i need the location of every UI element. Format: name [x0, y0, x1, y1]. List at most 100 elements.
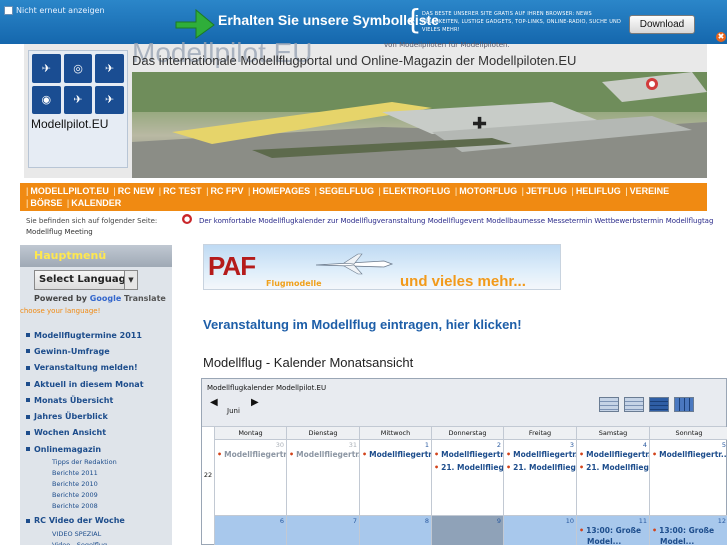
calendar-day[interactable]: 10 [503, 515, 576, 545]
calendar-day[interactable]: 6 [214, 515, 286, 545]
glider-icon: ◎ [63, 54, 93, 83]
day-view-icon[interactable] [674, 397, 694, 412]
nav-item-segelflug[interactable]: SEGELFLUG [319, 186, 374, 196]
ad-brand-sub: Flugmodelle [266, 279, 322, 288]
calendar-event[interactable]: • 13:00: Große [652, 526, 714, 535]
sidebar-menu-item[interactable]: Onlinemagazin [26, 441, 172, 457]
header-photo: ✚ [132, 72, 707, 178]
calendar-day[interactable]: 9 [431, 515, 503, 545]
nav-item-rc-test[interactable]: RC TEST [163, 186, 202, 196]
nav-item-börse[interactable]: BÖRSE [30, 198, 62, 208]
sidebar-submenu-item[interactable]: Berichte 2008 [26, 501, 172, 512]
month-view-icon[interactable] [624, 397, 644, 412]
calendar-day[interactable]: 1•Modellfliegertr... [359, 439, 431, 515]
day-number[interactable]: 9 [497, 517, 501, 525]
event-bullet-icon: • [652, 526, 658, 535]
sidebar-submenu-item[interactable]: Berichte 2010 [26, 479, 172, 490]
calendar-day[interactable]: 3•Modellfliegertr... •21. Modellflieg... [503, 439, 576, 515]
close-icon[interactable]: ✖ [716, 32, 726, 42]
calendar-day[interactable]: 12 • 13:00: Große Model... [649, 515, 727, 545]
day-number[interactable]: 31 [349, 441, 357, 449]
calendar-day[interactable]: 30•Modellfliegertr... [214, 439, 286, 515]
sidebar-menu-item[interactable]: Modellflugtermine 2011 [26, 327, 172, 343]
download-button[interactable]: Download [629, 15, 695, 34]
day-number[interactable]: 1 [425, 441, 429, 449]
sidebar-menu-item[interactable]: Veranstaltung melden! [26, 360, 172, 376]
site-subtitle: Das internationale Modellflugportal und … [132, 53, 577, 68]
year-view-icon[interactable] [599, 397, 619, 412]
chevron-down-icon[interactable]: ▼ [124, 270, 138, 290]
day-number[interactable]: 12 [718, 517, 726, 525]
calendar-day[interactable]: 7 [286, 515, 359, 545]
day-number[interactable]: 30 [276, 441, 284, 449]
sidebar-menu-item[interactable]: RC Video der Woche [26, 512, 172, 528]
day-number[interactable]: 3 [570, 441, 574, 449]
news-ticker[interactable]: Der komfortable Modellflugkalender zur M… [199, 217, 727, 225]
calendar-event[interactable]: •Modellfliegertr... [579, 450, 649, 459]
calendar-day[interactable]: 2•Modellfliegertr... •21. Modellflieg... [431, 439, 503, 515]
nav-item-rc-new[interactable]: RC NEW [118, 186, 155, 196]
nav-item-motorflug[interactable]: MOTORFLUG [459, 186, 517, 196]
calendar-event[interactable]: •Modellfliegertr... [506, 450, 576, 459]
add-event-link[interactable]: Veranstaltung im Modellflug eintragen, h… [203, 317, 522, 332]
nav-item-heliflug[interactable]: HELIFLUG [576, 186, 621, 196]
calendar-event[interactable]: •Modellfliegertr... [652, 450, 727, 459]
week-view-icon[interactable] [649, 397, 669, 412]
nav-item-modellpilot-eu[interactable]: MODELLPILOT.EU [30, 186, 109, 196]
day-number[interactable]: 8 [425, 517, 429, 525]
sidebar-submenu-item[interactable]: Berichte 2009 [26, 490, 172, 501]
prev-month-icon[interactable]: ◀ [210, 397, 218, 408]
sidebar-menu-item[interactable]: Monats Übersicht [26, 392, 172, 408]
calendar-event[interactable]: •Modellfliegertr... [362, 450, 431, 459]
nav-item-jetflug[interactable]: JETFLUG [526, 186, 567, 196]
calendar-day[interactable]: 8 [359, 515, 431, 545]
airplanes-image: ✚ [132, 72, 707, 178]
day-number[interactable]: 5 [722, 441, 726, 449]
dont-show-again[interactable]: Nicht erneut anzeigen [4, 6, 105, 15]
nav-separator: | [113, 186, 116, 196]
day-number[interactable]: 6 [280, 517, 284, 525]
google-translate-credit[interactable]: Powered by Google Translate [34, 294, 166, 303]
nav-item-rc-fpv[interactable]: RC FPV [210, 186, 243, 196]
sidebar-menu-item[interactable]: Aktuell in diesem Monat [26, 376, 172, 392]
next-month-icon[interactable]: ▶ [251, 397, 259, 408]
day-number[interactable]: 2 [497, 441, 501, 449]
calendar-event[interactable]: •21. Modellflieg... [506, 463, 576, 472]
week-number[interactable]: 22 [202, 471, 214, 479]
day-number[interactable]: 10 [566, 517, 574, 525]
sidebar-menu-item[interactable]: Wochen Ansicht [26, 425, 172, 441]
calendar-event[interactable]: •21. Modellflieg... [579, 463, 649, 472]
language-select[interactable]: Select Language [34, 270, 138, 290]
calendar-event[interactable]: Model... [652, 537, 694, 545]
calendar-event[interactable]: Model... [579, 537, 621, 545]
sidebar-submenu-item[interactable]: Video - Segelflug [26, 540, 172, 545]
day-number[interactable]: 11 [639, 517, 647, 525]
dont-show-checkbox[interactable] [4, 6, 13, 15]
nav-item-homepages[interactable]: HOMEPAGES [252, 186, 310, 196]
sidebar-submenu-item[interactable]: Tipps der Redaktion [26, 457, 172, 468]
day-number[interactable]: 7 [353, 517, 357, 525]
calendar-event[interactable]: •Modellfliegertr... [217, 450, 286, 459]
ad-banner[interactable]: PAF Flugmodelle und vieles mehr... [203, 244, 561, 290]
nav-item-vereine[interactable]: VEREINE [630, 186, 670, 196]
calendar-event[interactable]: •Modellfliegertr... [434, 450, 503, 459]
breadcrumb-current[interactable]: Modellflug Meeting [26, 227, 176, 238]
calendar-day[interactable]: 5 • Modellfliegertr... [649, 439, 727, 515]
calendar-event[interactable]: •21. Modellflieg... [434, 463, 503, 472]
day-number[interactable]: 4 [643, 441, 647, 449]
nav-item-elektroflug[interactable]: ELEKTROFLUG [383, 186, 451, 196]
nav-item-kalender[interactable]: KALENDER [71, 198, 121, 208]
calendar-day[interactable]: 4•Modellfliegertr... •21. Modellflieg... [576, 439, 649, 515]
sidebar-menu-item[interactable]: Jahres Überblick [26, 408, 172, 424]
calendar-day[interactable]: 31•Modellfliegertr... [286, 439, 359, 515]
sidebar-menu-item[interactable]: Gewinn-Umfrage [26, 343, 172, 359]
sidebar-submenu-item[interactable]: VIDEO SPEZIAL [26, 529, 172, 540]
calendar-heading: Modellflug - Kalender Monatsansicht [203, 355, 414, 370]
translate-link[interactable]: Translate [124, 294, 166, 303]
calendar-day[interactable]: 11 • 13:00: Große Model... [576, 515, 649, 545]
sidebar-submenu-item[interactable]: Berichte 2011 [26, 468, 172, 479]
event-title: Model... [587, 537, 622, 545]
site-logo[interactable]: ✈ ◎ ✈ ◉ ✈ ✈ Modellpilot.EU [28, 50, 128, 168]
calendar-event[interactable]: •Modellfliegertr... [289, 450, 359, 459]
calendar-event[interactable]: • 13:00: Große [579, 526, 641, 535]
